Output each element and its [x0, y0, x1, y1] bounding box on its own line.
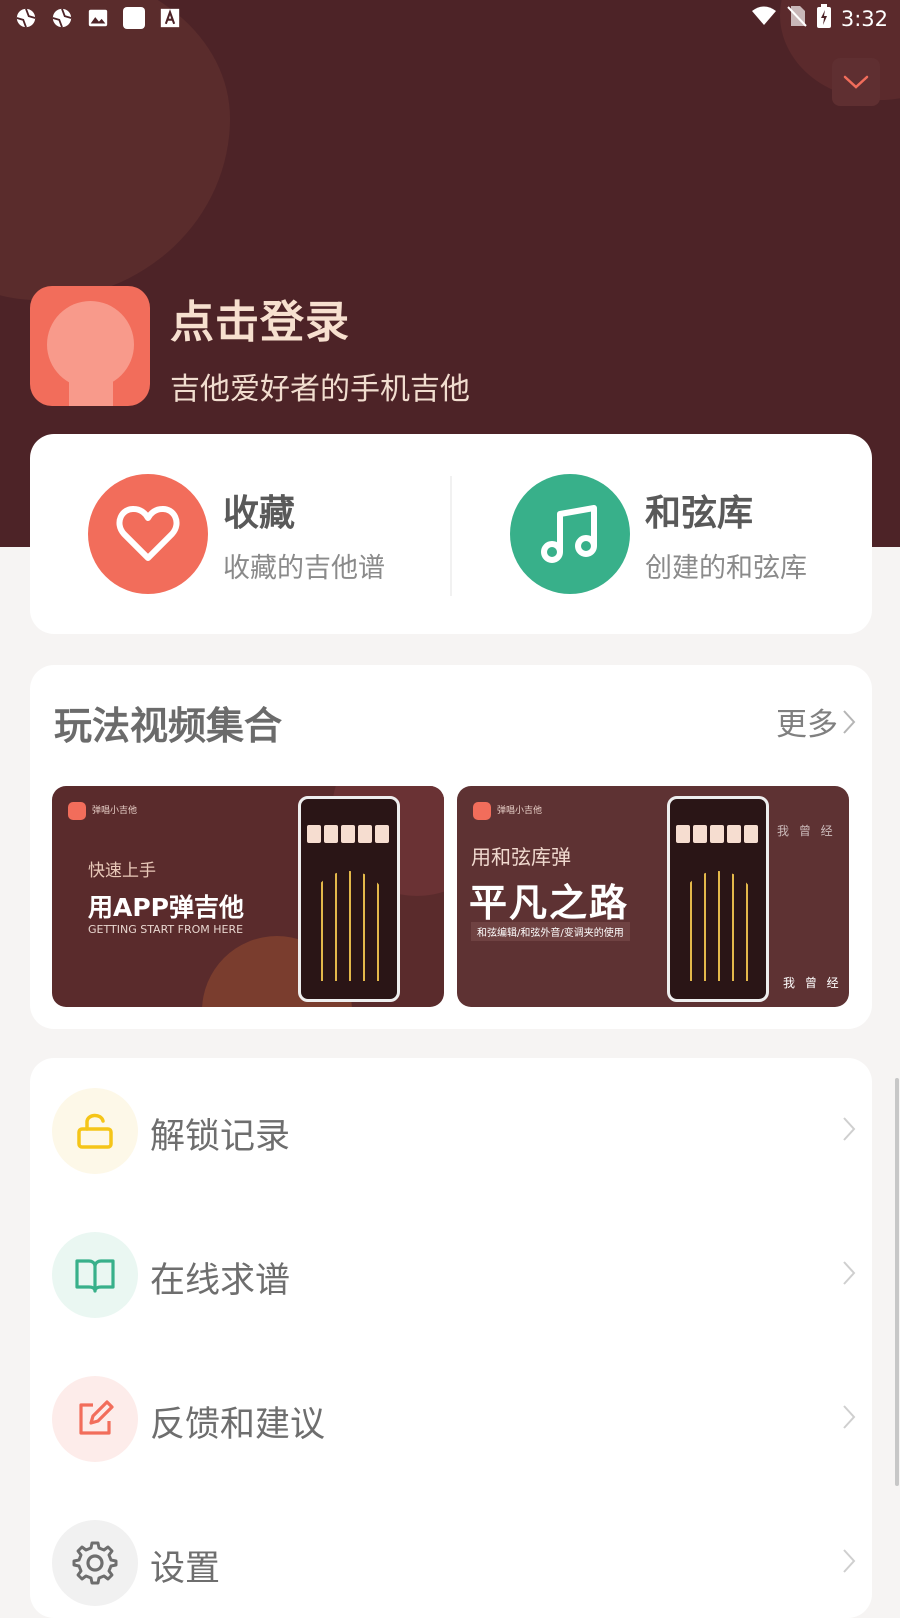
status-bar: 3:32	[0, 0, 900, 36]
video-section-title: 玩法视频集合	[54, 704, 283, 748]
video-side-text: 我 曾 经	[783, 976, 842, 990]
chevron-right-icon	[843, 1117, 856, 1141]
no-sim-icon	[787, 5, 807, 32]
aperture-icon	[14, 6, 38, 30]
chevron-right-icon	[843, 1549, 856, 1573]
menu-icon-circle	[52, 1232, 138, 1318]
chevron-right-icon	[843, 709, 856, 734]
favorites-title: 收藏	[223, 493, 296, 534]
favorites-circle	[88, 474, 208, 594]
app-logo	[473, 802, 491, 820]
wifi-icon	[751, 6, 777, 31]
chord-library-button[interactable]: 和弦库 创建的和弦库	[510, 474, 840, 594]
video-small-text: 用和弦库弹	[471, 845, 571, 869]
more-link[interactable]: 更多	[776, 699, 856, 744]
edit-icon	[79, 1400, 114, 1435]
quick-actions-card: 收藏 收藏的吉他谱 和弦库 创建的和弦库	[30, 434, 872, 634]
phone-mockup	[667, 796, 769, 1002]
music-note-icon	[541, 505, 597, 563]
app-tag: 弹唱小吉他	[497, 806, 543, 816]
chevron-down-icon	[843, 75, 869, 89]
menu-icon-circle	[52, 1520, 138, 1606]
heart-icon	[116, 506, 180, 561]
gear-icon	[72, 1541, 118, 1585]
font-icon	[158, 6, 182, 30]
app-tag: 弹唱小吉他	[92, 806, 138, 816]
menu-item-settings[interactable]: 设置	[30, 1490, 872, 1610]
menu-item-online-request[interactable]: 在线求谱	[30, 1202, 872, 1322]
favorites-button[interactable]: 收藏 收藏的吉他谱	[88, 474, 418, 594]
chord-library-title: 和弦库	[645, 493, 754, 534]
login-title[interactable]: 点击登录	[170, 286, 350, 350]
avatar[interactable]	[30, 286, 150, 406]
video-small-text: 快速上手	[88, 861, 156, 881]
video-thumbnail[interactable]: 弹唱小吉他 快速上手 用APP弹吉他 GETTING START FROM HE…	[52, 786, 444, 1007]
status-time: 3:32	[840, 6, 888, 31]
menu-label: 在线求谱	[150, 1261, 291, 1301]
decorative-blob	[0, 0, 230, 300]
more-label: 更多	[776, 707, 838, 743]
square-icon	[122, 6, 146, 30]
divider	[450, 476, 452, 596]
unlock-icon	[77, 1113, 113, 1149]
video-side-text: 我 曾 经	[777, 824, 836, 838]
menu-icon-circle	[52, 1376, 138, 1462]
video-thumbnail[interactable]: 弹唱小吉他 用和弦库弹 平凡之路 和弦编辑/和弦外音/变调夹的使用 我 曾 经 …	[457, 786, 849, 1007]
collapse-button[interactable]	[832, 58, 880, 106]
phone-mockup	[298, 796, 400, 1002]
favorites-subtitle: 收藏的吉他谱	[223, 553, 385, 584]
image-icon	[86, 6, 110, 30]
chevron-right-icon	[843, 1405, 856, 1429]
chevron-right-icon	[843, 1261, 856, 1285]
video-title: 用APP弹吉他	[88, 893, 244, 922]
app-logo	[68, 802, 86, 820]
menu-label: 解锁记录	[150, 1117, 291, 1157]
menu-item-unlock-records[interactable]: 解锁记录	[30, 1058, 872, 1178]
chord-library-circle	[510, 474, 630, 594]
avatar-body	[69, 366, 113, 406]
aperture-icon	[50, 6, 74, 30]
profile-subtitle: 吉他爱好者的手机吉他	[170, 372, 470, 407]
menu-label: 反馈和建议	[150, 1405, 326, 1445]
scrollbar[interactable]	[895, 1078, 899, 1486]
battery-charging-icon	[816, 4, 831, 33]
video-collection-card: 玩法视频集合 更多 弹唱小吉他 快速上手 用APP弹吉他 GETTING STA…	[30, 665, 872, 1029]
video-english-text: GETTING START FROM HERE	[88, 923, 244, 936]
menu-label: 设置	[150, 1549, 221, 1589]
menu-card: 解锁记录 在线求谱 反馈和建议 设置	[30, 1058, 872, 1618]
book-icon	[75, 1259, 115, 1293]
menu-item-feedback[interactable]: 反馈和建议	[30, 1346, 872, 1466]
video-title: 平凡之路	[469, 881, 630, 925]
chord-library-subtitle: 创建的和弦库	[645, 553, 807, 584]
video-tag: 和弦编辑/和弦外音/变调夹的使用	[471, 922, 630, 941]
menu-icon-circle	[52, 1088, 138, 1174]
